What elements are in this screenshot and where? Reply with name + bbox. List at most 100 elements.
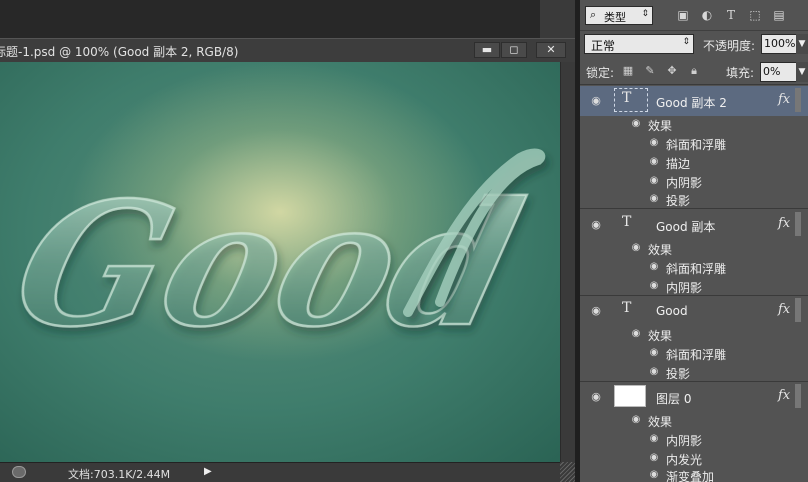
layer-scroll-indicator bbox=[795, 88, 801, 112]
status-icon[interactable] bbox=[12, 466, 26, 478]
text-layer-icon: T bbox=[622, 214, 632, 230]
status-bar: 文档:703.1K/2.44M ▶ bbox=[0, 462, 575, 482]
fx-icon[interactable]: fx bbox=[778, 216, 790, 231]
image-layer-thumbnail bbox=[614, 385, 646, 407]
effect-eye-icon[interactable]: ◉ bbox=[630, 414, 642, 426]
layer-header[interactable]: ◉ 图层 0 fx bbox=[580, 382, 808, 412]
chevron-updown-icon: ⇕ bbox=[641, 9, 649, 19]
document-title: 标题-1.psd @ 100% (Good 副本 2, RGB/8) bbox=[0, 45, 239, 59]
layer-row[interactable]: ◉ T Good fx ◉ 效果 ◉ 斜面和浮雕 ◉ 投影 bbox=[580, 296, 808, 382]
chevron-updown-icon: ⇕ bbox=[682, 37, 690, 47]
effect-eye-icon[interactable]: ◉ bbox=[648, 433, 660, 445]
lock-label: 锁定: bbox=[586, 66, 615, 80]
effect-eye-icon[interactable]: ◉ bbox=[648, 175, 660, 187]
visibility-eye-icon[interactable]: ◉ bbox=[590, 391, 602, 403]
document-window: 标题-1.psd @ 100% (Good 副本 2, RGB/8) ▬ ◻ ✕… bbox=[0, 0, 575, 482]
blend-row: 正常 ⇕ 不透明度: 100% ▼ bbox=[580, 31, 808, 59]
lock-row: 锁定: ▦ ✎ ✥ 🔒︎ 填充: 0% ▼ bbox=[580, 59, 808, 85]
text-layer-icon: T bbox=[622, 300, 632, 316]
status-menu-arrow-icon[interactable]: ▶ bbox=[204, 466, 212, 477]
effect-row[interactable]: ◉ 内阴影 bbox=[580, 172, 808, 191]
effect-eye-icon[interactable]: ◉ bbox=[648, 137, 660, 149]
type-filter-icon[interactable]: T bbox=[724, 8, 738, 22]
effect-label: 斜面和浮雕 bbox=[666, 348, 727, 362]
effect-label: 投影 bbox=[666, 367, 691, 381]
canvas-vertical-scrollbar[interactable] bbox=[560, 62, 575, 462]
layer-name[interactable]: Good 副本 bbox=[656, 218, 715, 235]
effects-group-row[interactable]: ◉ 效果 bbox=[580, 325, 808, 344]
visibility-eye-icon[interactable]: ◉ bbox=[590, 219, 602, 231]
effect-row[interactable]: ◉ 投影 bbox=[580, 190, 808, 209]
effect-label: 投影 bbox=[666, 194, 691, 208]
effect-label: 斜面和浮雕 bbox=[666, 262, 727, 276]
effects-group-row[interactable]: ◉ 效果 bbox=[580, 411, 808, 430]
effect-label: 渐变叠加 bbox=[666, 470, 715, 482]
layer-row[interactable]: ◉ 图层 0 fx ◉ 效果 ◉ 内阴影 ◉ 内发光 ◉ 渐变叠加 bbox=[580, 382, 808, 482]
effect-eye-icon[interactable]: ◉ bbox=[648, 280, 660, 292]
lock-all-icon[interactable]: 🔒︎ bbox=[688, 65, 700, 77]
smart-object-filter-icon[interactable]: ▤ bbox=[772, 8, 786, 22]
image-filter-icon[interactable]: ▣ bbox=[676, 8, 690, 22]
blend-mode-select[interactable]: 正常 ⇕ bbox=[584, 34, 694, 54]
layer-name[interactable]: Good bbox=[656, 304, 688, 318]
layer-header[interactable]: ◉ T Good 副本 2 fx bbox=[580, 86, 808, 116]
close-button[interactable]: ✕ bbox=[536, 42, 566, 58]
layer-filter-row: ⌕ 类型 ⇕ ▣ ◐ T ⬚ ▤ bbox=[580, 0, 808, 31]
effect-eye-icon[interactable]: ◉ bbox=[648, 469, 660, 481]
fill-dropdown-icon[interactable]: ▼ bbox=[796, 62, 808, 82]
effect-row[interactable]: ◉ 描边 bbox=[580, 153, 808, 172]
effect-eye-icon[interactable]: ◉ bbox=[648, 347, 660, 359]
visibility-eye-icon[interactable]: ◉ bbox=[590, 95, 602, 107]
canvas[interactable]: Good bbox=[0, 62, 560, 462]
fx-icon[interactable]: fx bbox=[778, 302, 790, 317]
effect-eye-icon[interactable]: ◉ bbox=[648, 193, 660, 205]
effect-eye-icon[interactable]: ◉ bbox=[648, 366, 660, 378]
effect-eye-icon[interactable]: ◉ bbox=[630, 242, 642, 254]
layer-name[interactable]: Good 副本 2 bbox=[656, 94, 727, 111]
lock-transparent-icon[interactable]: ▦ bbox=[622, 65, 634, 77]
layer-scroll-indicator bbox=[795, 298, 801, 322]
opacity-input[interactable]: 100% bbox=[761, 34, 797, 54]
effect-row[interactable]: ◉ 斜面和浮雕 bbox=[580, 344, 808, 363]
effect-label: 描边 bbox=[666, 157, 691, 171]
effect-row[interactable]: ◉ 渐变叠加 bbox=[580, 466, 808, 482]
effect-eye-icon[interactable]: ◉ bbox=[648, 452, 660, 464]
document-title-bar[interactable]: 标题-1.psd @ 100% (Good 副本 2, RGB/8) ▬ ◻ ✕ bbox=[0, 38, 575, 62]
maximize-button[interactable]: ◻ bbox=[501, 42, 527, 58]
filter-kind-select[interactable]: ⌕ 类型 ⇕ bbox=[585, 6, 653, 25]
fx-icon[interactable]: fx bbox=[778, 92, 790, 107]
layer-header[interactable]: ◉ T Good fx bbox=[580, 296, 808, 326]
effect-eye-icon[interactable]: ◉ bbox=[630, 328, 642, 340]
layer-row[interactable]: ◉ T Good 副本 fx ◉ 效果 ◉ 斜面和浮雕 ◉ 内阴影 bbox=[580, 210, 808, 296]
search-icon: ⌕ bbox=[590, 8, 597, 21]
visibility-eye-icon[interactable]: ◉ bbox=[590, 305, 602, 317]
effect-row[interactable]: ◉ 斜面和浮雕 bbox=[580, 258, 808, 277]
effects-label: 效果 bbox=[648, 243, 673, 257]
layer-header[interactable]: ◉ T Good 副本 fx bbox=[580, 210, 808, 240]
resize-grip[interactable] bbox=[560, 462, 575, 482]
shape-filter-icon[interactable]: ⬚ bbox=[748, 8, 762, 22]
effect-row[interactable]: ◉ 投影 bbox=[580, 363, 808, 382]
effect-eye-icon[interactable]: ◉ bbox=[648, 156, 660, 168]
lock-image-icon[interactable]: ✎ bbox=[644, 65, 656, 77]
fill-input[interactable]: 0% bbox=[760, 62, 797, 82]
minimize-button[interactable]: ▬ bbox=[474, 42, 500, 58]
lock-position-icon[interactable]: ✥ bbox=[666, 65, 678, 77]
opacity-label: 不透明度: bbox=[703, 39, 756, 53]
effect-row[interactable]: ◉ 内阴影 bbox=[580, 277, 808, 296]
effect-eye-icon[interactable]: ◉ bbox=[630, 118, 642, 130]
effects-group-row[interactable]: ◉ 效果 bbox=[580, 115, 808, 134]
fx-icon[interactable]: fx bbox=[778, 388, 790, 403]
effect-row[interactable]: ◉ 斜面和浮雕 bbox=[580, 134, 808, 153]
layer-name[interactable]: 图层 0 bbox=[656, 390, 691, 407]
effect-label: 内阴影 bbox=[666, 281, 703, 295]
layer-row[interactable]: ◉ T Good 副本 2 fx ◉ 效果 ◉ 斜面和浮雕 ◉ 描边 ◉ 内阴影… bbox=[580, 86, 808, 209]
adjustment-filter-icon[interactable]: ◐ bbox=[700, 8, 714, 22]
effect-row[interactable]: ◉ 内阴影 bbox=[580, 430, 808, 449]
effects-group-row[interactable]: ◉ 效果 bbox=[580, 239, 808, 258]
effect-label: 内阴影 bbox=[666, 176, 703, 190]
opacity-dropdown-icon[interactable]: ▼ bbox=[796, 34, 808, 54]
layers-panel: ⌕ 类型 ⇕ ▣ ◐ T ⬚ ▤ 正常 ⇕ 不透明度: 100% ▼ 锁定: ▦… bbox=[580, 0, 808, 482]
effects-label: 效果 bbox=[648, 415, 673, 429]
effect-eye-icon[interactable]: ◉ bbox=[648, 261, 660, 273]
